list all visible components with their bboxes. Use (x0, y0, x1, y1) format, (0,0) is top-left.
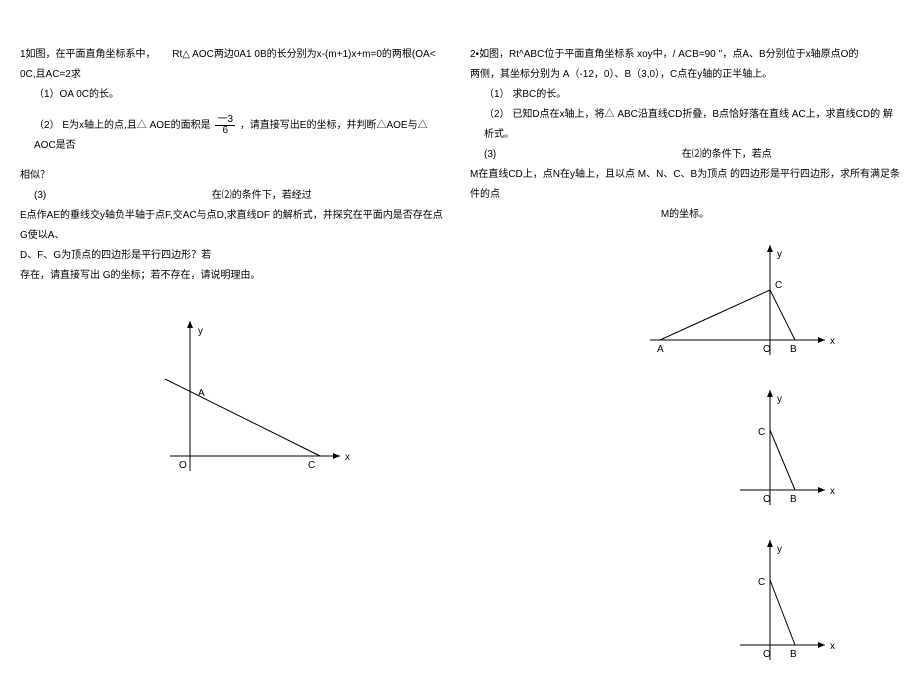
left-figure-svg: y x O A C (110, 296, 360, 506)
left-column: 1如图，在平面直角坐标系中， Rt△ AOC两边0A1 0B的长分别为x-(m+… (10, 45, 460, 675)
q2b-line: （2） 已知D点在x轴上，将△ ABC沿直线CD折叠，B点恰好落在直线 AC上，… (470, 105, 900, 145)
fraction: 一3 6 (215, 115, 235, 136)
fraction-denominator: 6 (215, 126, 235, 136)
q2c-line2-text: M的坐标。 (661, 209, 709, 220)
svg-text:x: x (830, 336, 835, 347)
svg-text:x: x (345, 452, 350, 463)
svg-text:y: y (198, 326, 203, 337)
svg-text:y: y (777, 544, 782, 555)
q2c-line1-text: M在直线CD上，点N在y轴上，且以点 M、N、C、B为顶点 的四边形是平行四边形… (470, 169, 900, 200)
svg-text:x: x (830, 486, 835, 497)
problem2-intro: 2•如图，Rt^ABC位于平面直角坐标系 xoy中，/ ACB=90 ''，点A… (470, 45, 900, 65)
svg-text:A: A (198, 388, 205, 399)
svg-text:C: C (758, 427, 765, 438)
q2c-text: 在⑵的条件下，若点 (682, 149, 772, 160)
q2c-line1: M在直线CD上，点N在y轴上，且以点 M、N、C、B为顶点 的四边形是平行四边形… (470, 165, 900, 205)
svg-text:B: B (790, 649, 797, 660)
svg-text:C: C (758, 577, 765, 588)
q1a-text: （1）OA 0C的长。 (34, 89, 119, 100)
svg-text:C: C (308, 460, 315, 471)
svg-text:O: O (179, 460, 187, 471)
q1b-pre-text: （2） E为x轴上的点,且△ AOE的面积是 (34, 120, 211, 131)
problem1-intro: 1如图，在平面直角坐标系中， Rt△ AOC两边0A1 0B的长分别为x-(m+… (20, 45, 450, 65)
spacer (20, 105, 450, 115)
q1b-similar-text: 相似？ (20, 170, 50, 181)
svg-text:y: y (777, 394, 782, 405)
q2a-text: （1） 求BC的长。 (484, 89, 566, 100)
svg-text:O: O (763, 649, 771, 660)
p2-line2-text: 两侧，其坐标分别为 A（-12，0）、B（3,0），C点在y轴的正半轴上。 (470, 69, 772, 80)
p1-intro-text: 1如图，在平面直角坐标系中， (20, 49, 156, 60)
p2-intro-text: 2•如图，Rt^ABC位于平面直角坐标系 xoy中，/ ACB=90 ''，点A… (470, 49, 858, 60)
p1-end-line: 0C,且AC=2求 (20, 65, 450, 85)
left-figure-container: y x O A C (20, 296, 450, 506)
right-figure2-container: y x O B C (470, 375, 900, 520)
q2c-line2: M的坐标。 (470, 205, 900, 225)
right-figure3-svg: y x O B C (640, 525, 840, 675)
q1a-line: （1）OA 0C的长。 (20, 85, 450, 105)
q2b-text: （2） 已知D点在x轴上，将△ ABC沿直线CD折叠，B点恰好落在直线 AC上，… (484, 109, 893, 140)
q1c-line3-text: 存在，请直接写出 G的坐标；若不存在，请说明理由。 (20, 270, 261, 281)
svg-text:B: B (790, 344, 797, 355)
q1b-similar-line: 相似？ (20, 166, 450, 186)
q1b-line: （2） E为x轴上的点,且△ AOE的面积是 一3 6 ，请直接写出E的坐标，并… (20, 115, 450, 156)
spacer (20, 156, 450, 166)
q1c-line1-text: E点作AE的垂线交y轴负半轴于点F,交AC与点D,求直线DF 的解析式，并探究在… (20, 210, 443, 241)
page-container: 1如图，在平面直角坐标系中， Rt△ AOC两边0A1 0B的长分别为x-(m+… (0, 0, 920, 685)
svg-text:C: C (775, 280, 782, 291)
q1c-line1: E点作AE的垂线交y轴负半轴于点F,交AC与点D,求直线DF 的解析式，并探究在… (20, 206, 450, 246)
p2-line2: 两侧，其坐标分别为 A（-12，0）、B（3,0），C点在y轴的正半轴上。 (470, 65, 900, 85)
right-column: 2•如图，Rt^ABC位于平面直角坐标系 xoy中，/ ACB=90 ''，点A… (460, 45, 910, 675)
q2c-label-line: (3) 在⑵的条件下，若点 (470, 145, 900, 165)
svg-text:O: O (763, 344, 771, 355)
q1c-label-line: (3) 在⑵的条件下，若经过 (20, 186, 450, 206)
p1-mid-text: Rt△ AOC两边0A1 0B的长分别为x-(m+1)x+m=0的两根(OA< (172, 49, 435, 60)
right-figure2-svg: y x O B C (640, 375, 840, 520)
right-figure3-container: y x O B C (470, 525, 900, 675)
svg-text:x: x (830, 641, 835, 652)
right-figure1-container: y x O A B C (470, 230, 900, 370)
q2c-label: (3) (484, 149, 496, 160)
right-figure1-svg: y x O A B C (640, 230, 840, 370)
q2a-line: （1） 求BC的长。 (470, 85, 900, 105)
q1c-line3: 存在，请直接写出 G的坐标；若不存在，请说明理由。 (20, 266, 450, 286)
q1c-label: (3) (34, 190, 46, 201)
svg-text:O: O (763, 494, 771, 505)
q1c-line2-text: D、F、G为顶点的四边形是平行四边形？若 (20, 250, 211, 261)
svg-text:y: y (777, 249, 782, 260)
svg-text:A: A (657, 344, 664, 355)
q1c-line2: D、F、G为顶点的四边形是平行四边形？若 (20, 246, 450, 266)
q1c-text: 在⑵的条件下，若经过 (212, 190, 312, 201)
p1-end-text: 0C,且AC=2求 (20, 69, 81, 80)
svg-text:B: B (790, 494, 797, 505)
